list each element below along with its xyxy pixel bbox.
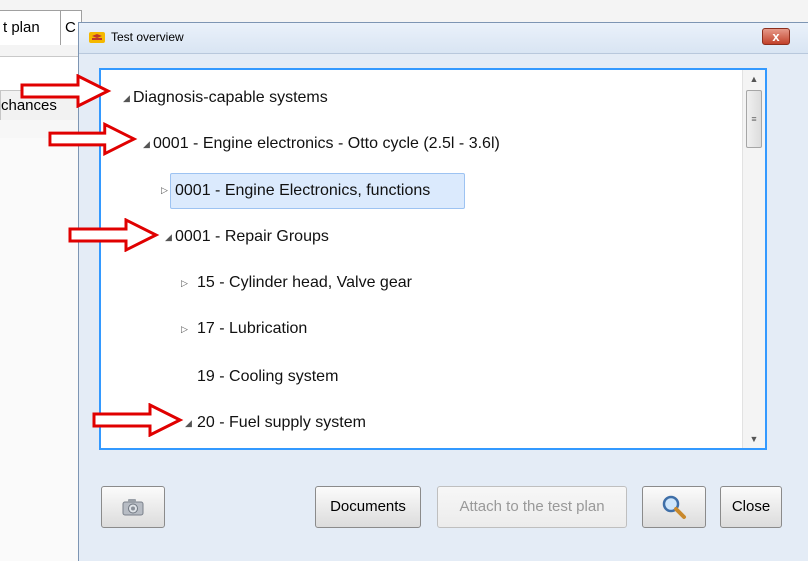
tree-item-engine-electronics[interactable]: 0001 - Engine electronics - Otto cycle (… <box>153 127 500 161</box>
tree-item-diagnosis-capable-systems[interactable]: Diagnosis-capable systems <box>133 81 328 115</box>
expander-icon[interactable]: ◢ <box>143 127 150 161</box>
dialog-title: Test overview <box>111 30 184 44</box>
annotation-arrow <box>20 74 112 108</box>
app-logo-icon <box>89 32 105 43</box>
camera-icon <box>122 499 144 516</box>
tree-item-fuel-supply-system[interactable]: 20 - Fuel supply system <box>197 406 366 440</box>
magnifier-icon <box>662 495 686 519</box>
tab-test-plan[interactable]: t plan <box>0 10 62 45</box>
collapsed-expander-icon[interactable]: ▷ <box>181 266 188 300</box>
annotation-arrow <box>48 122 138 156</box>
attach-to-test-plan-button[interactable]: Attach to the test plan <box>437 486 627 528</box>
collapsed-expander-icon[interactable]: ▷ <box>161 173 168 207</box>
tree-item-cylinder-head[interactable]: 15 - Cylinder head, Valve gear <box>197 266 412 300</box>
expander-icon[interactable]: ◢ <box>123 81 130 115</box>
annotation-arrow <box>68 218 160 252</box>
vertical-scrollbar[interactable]: ▲ ≡ ▼ <box>742 70 765 448</box>
search-button[interactable] <box>642 486 706 528</box>
annotation-arrow <box>92 403 184 437</box>
scroll-up-icon[interactable]: ▲ <box>743 70 765 88</box>
collapsed-expander-icon[interactable]: ▷ <box>181 312 188 346</box>
scroll-down-icon[interactable]: ▼ <box>743 430 765 448</box>
test-tree-panel: ◢ Diagnosis-capable systems ◢ 0001 - Eng… <box>99 68 767 450</box>
window-close-button[interactable]: x <box>762 28 790 45</box>
tree-item-lubrication[interactable]: 17 - Lubrication <box>197 312 307 346</box>
documents-button[interactable]: Documents <box>315 486 421 528</box>
tree-item-cooling-system[interactable]: 19 - Cooling system <box>197 360 338 394</box>
close-button[interactable]: Close <box>720 486 782 528</box>
scrollbar-thumb[interactable]: ≡ <box>746 90 762 148</box>
expander-icon[interactable]: ◢ <box>185 406 192 440</box>
expander-icon[interactable]: ◢ <box>165 220 172 254</box>
camera-button[interactable] <box>101 486 165 528</box>
tree-item-repair-groups[interactable]: 0001 - Repair Groups <box>175 220 329 254</box>
test-overview-dialog: Test overview x ◢ Diagnosis-capable syst… <box>78 22 808 561</box>
tree-item-engine-electronics-functions[interactable]: 0001 - Engine Electronics, functions <box>170 173 465 209</box>
dialog-titlebar: Test overview x <box>79 23 808 54</box>
background-panel <box>0 138 78 561</box>
